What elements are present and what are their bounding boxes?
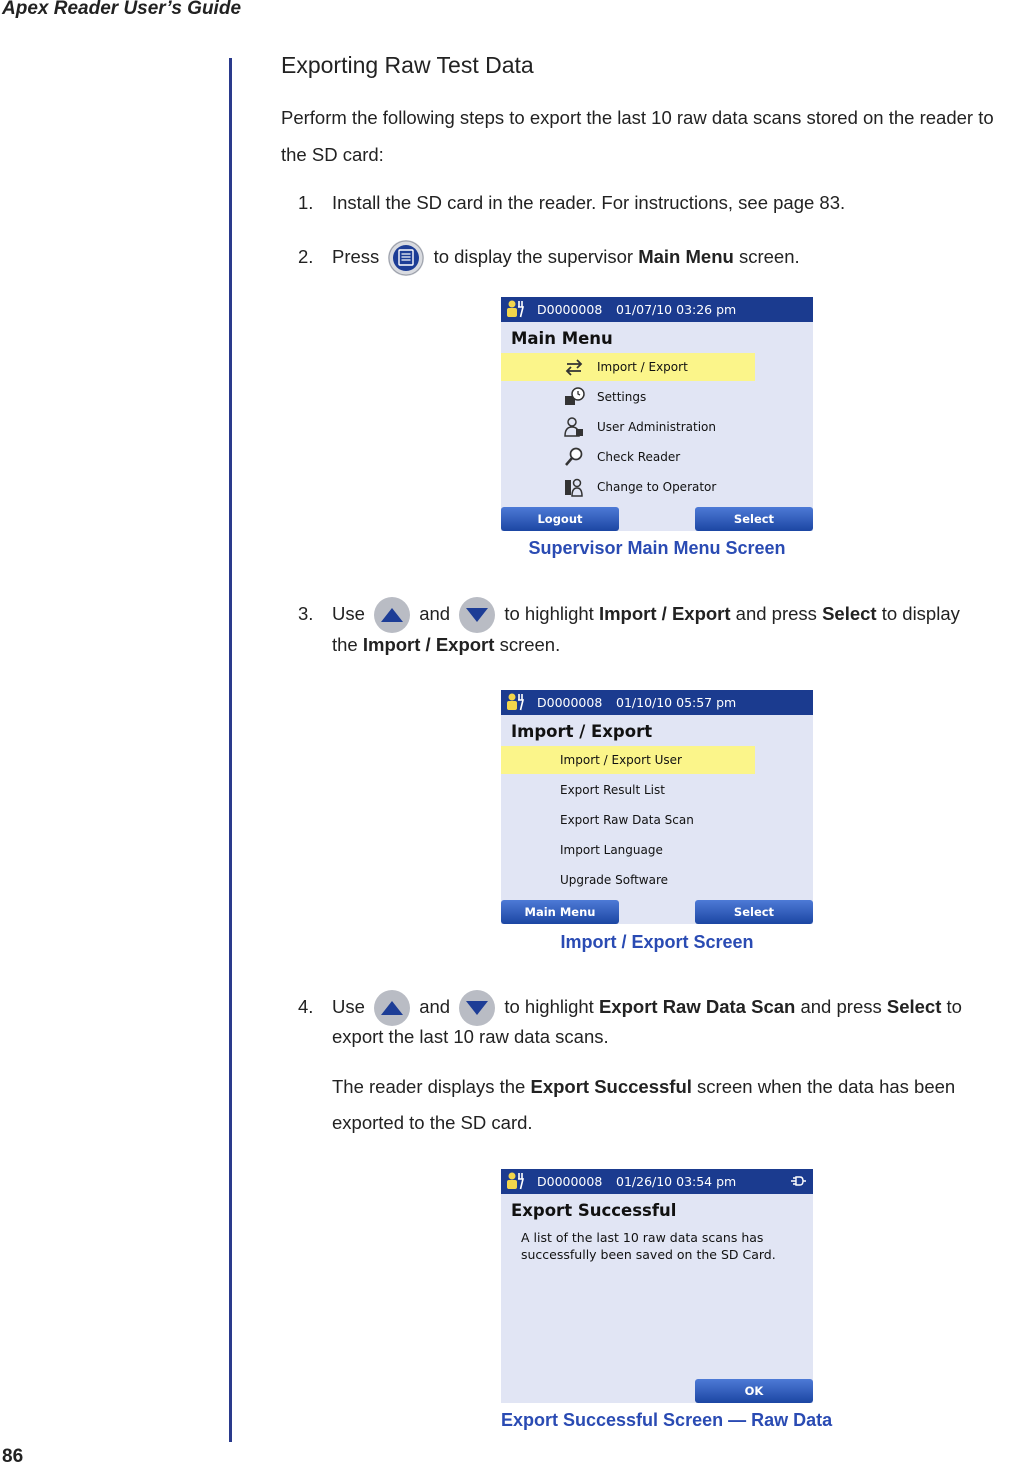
success-message: A list of the last 10 raw data scans has… xyxy=(521,1230,776,1262)
step-1: 1. Install the SD card in the reader. For… xyxy=(298,192,846,213)
up-arrow-icon xyxy=(374,990,411,1026)
figure-caption: Supervisor Main Menu Screen xyxy=(528,538,786,558)
import-export-icon xyxy=(565,359,583,376)
menu-item-export-raw-data-scan[interactable]: Export Raw Data Scan xyxy=(501,806,755,834)
step-3: 3. Use and to highlight Import / Export a… xyxy=(298,597,960,633)
step-4-continued: export the last 10 raw data scans. xyxy=(332,1026,609,1047)
main-menu-button[interactable]: Main Menu xyxy=(501,900,619,924)
section-title: Exporting Raw Test Data xyxy=(281,52,534,78)
menu-item-import-language[interactable]: Import Language xyxy=(501,836,755,864)
figure-caption: Export Successful Screen — Raw Data xyxy=(501,1410,833,1430)
ok-button[interactable]: OK xyxy=(695,1379,813,1403)
figure-caption: Import / Export Screen xyxy=(560,932,754,952)
status-bar: D0000008 01/10/10 05:57 pm xyxy=(501,690,813,715)
screen-title: Main Menu xyxy=(511,329,613,348)
screen-title: Import / Export xyxy=(511,722,653,741)
menu-item-user-administration[interactable]: User Administration xyxy=(501,413,755,441)
settings-icon xyxy=(565,387,585,405)
down-arrow-icon xyxy=(459,597,496,633)
operator-icon xyxy=(565,478,583,497)
sd-card-plug-icon xyxy=(791,1176,806,1186)
user-admin-icon xyxy=(564,417,583,437)
select-button[interactable]: Select xyxy=(695,900,813,924)
supervisor-icon xyxy=(507,300,525,318)
intro-paragraph: Perform the following steps to export th… xyxy=(281,107,994,165)
menu-list-icon xyxy=(388,240,425,276)
running-head: Apex Reader User’s Guide xyxy=(2,0,242,19)
main-menu-screen: D0000008 01/07/10 03:26 pm Main Menu Imp… xyxy=(501,297,813,531)
step-4-note-continued: exported to the SD card. xyxy=(332,1112,533,1133)
menu-item-change-to-operator[interactable]: Change to Operator xyxy=(501,473,755,501)
step-4: 4. Use and to highlight Export Raw Data S… xyxy=(298,990,962,1026)
import-export-screen: D0000008 01/10/10 05:57 pm Import / Expo… xyxy=(501,690,813,924)
menu-item-import-export-user[interactable]: Import / Export User xyxy=(501,746,755,774)
menu-item-check-reader[interactable]: Check Reader xyxy=(501,443,755,471)
screen-title: Export Successful xyxy=(511,1201,677,1220)
softkey-bar: Main Menu Select xyxy=(501,900,813,924)
status-bar: D0000008 01/07/10 03:26 pm xyxy=(501,297,813,322)
menu-item-export-result-list[interactable]: Export Result List xyxy=(501,776,755,804)
export-successful-screen: D0000008 01/26/10 03:54 pm Export Succes… xyxy=(501,1169,813,1403)
step-2: 2. Press to display the supervisor Main M… xyxy=(298,240,800,276)
margin-rule xyxy=(229,58,232,1442)
step-4-note: The reader displays the Export Successfu… xyxy=(332,1076,956,1097)
select-button[interactable]: Select xyxy=(695,507,813,531)
supervisor-icon xyxy=(507,693,525,711)
menu-item-settings[interactable]: Settings xyxy=(501,383,755,411)
page-number: 86 xyxy=(2,1446,24,1467)
softkey-bar: OK xyxy=(501,1379,813,1403)
logout-button[interactable]: Logout xyxy=(501,507,619,531)
status-bar: D0000008 01/26/10 03:54 pm xyxy=(501,1169,813,1194)
up-arrow-icon xyxy=(374,597,411,633)
down-arrow-icon xyxy=(459,990,496,1026)
softkey-bar: Logout Select xyxy=(501,507,813,531)
supervisor-icon xyxy=(507,1172,525,1190)
check-reader-icon xyxy=(565,447,583,466)
step-3-continued: the Import / Export screen. xyxy=(332,634,561,655)
menu-item-upgrade-software[interactable]: Upgrade Software xyxy=(501,866,755,894)
menu-item-import-export[interactable]: Import / Export xyxy=(501,353,755,381)
